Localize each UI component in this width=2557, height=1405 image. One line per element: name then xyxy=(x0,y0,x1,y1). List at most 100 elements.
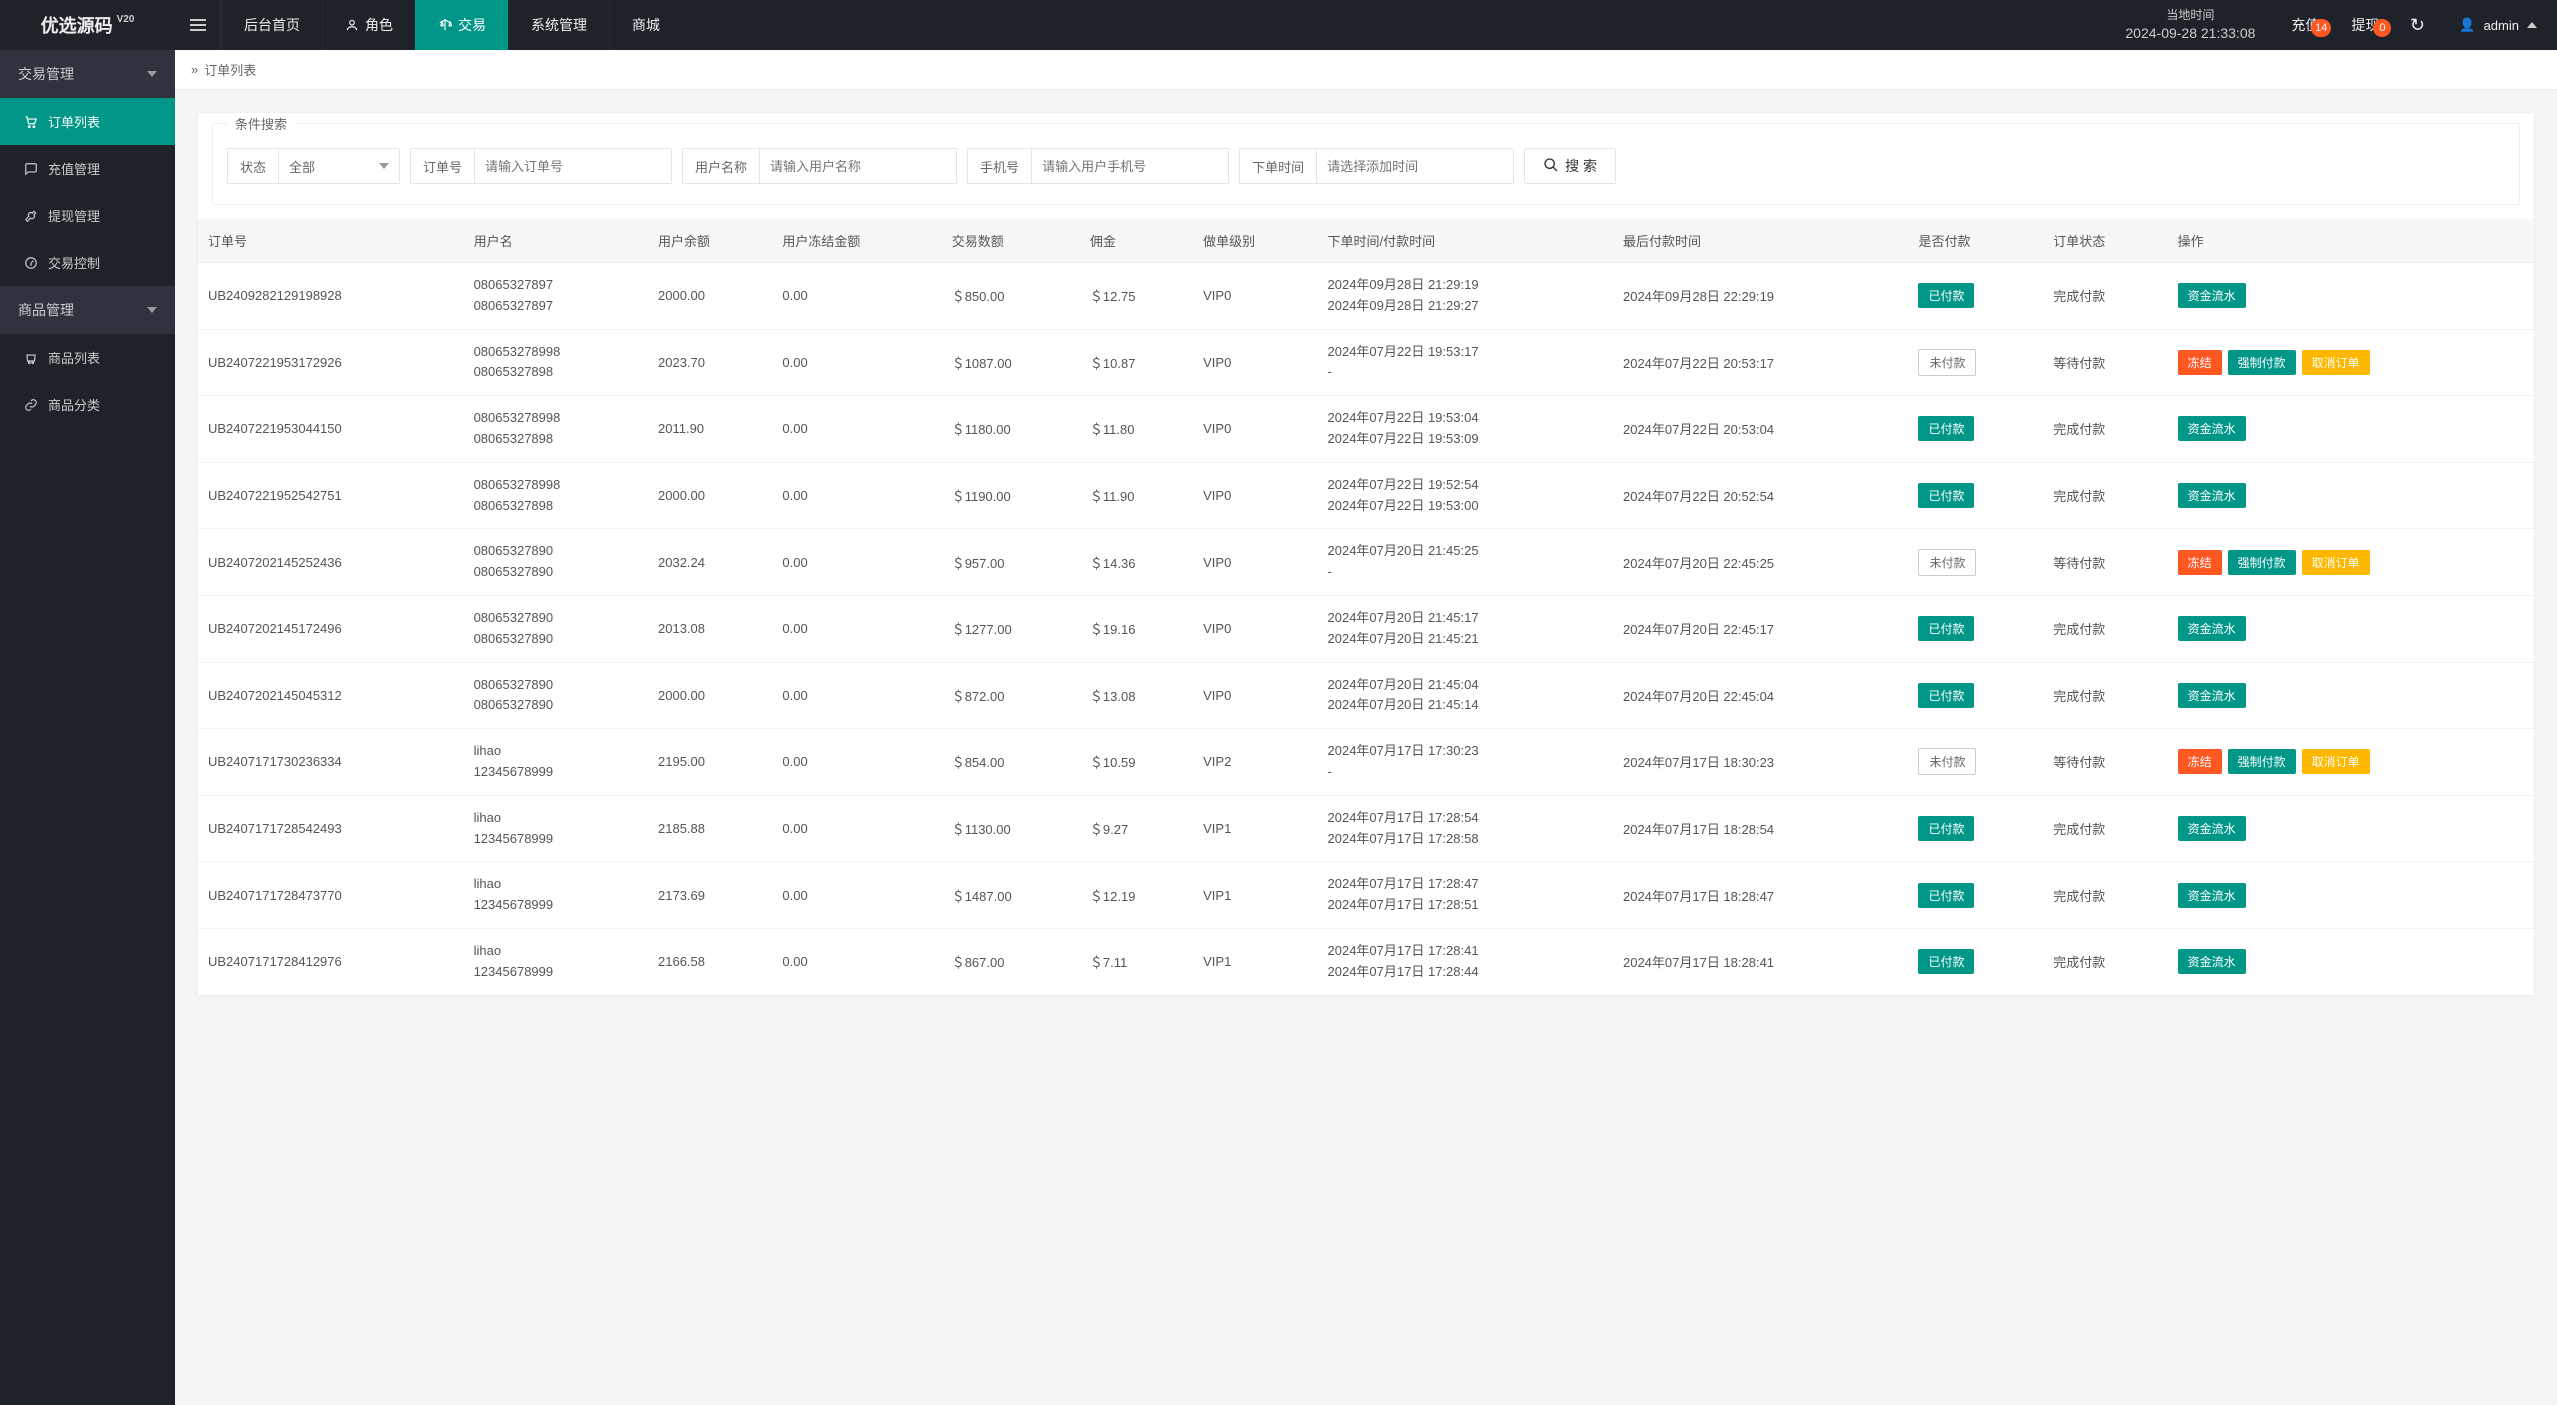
cell-balance: 2000.00 xyxy=(648,662,772,729)
cell-order: UB2407221952542751 xyxy=(198,462,464,529)
status-select-group: 状态 全部 xyxy=(227,148,400,184)
cell-actions: 资金流水 xyxy=(2168,396,2534,463)
nav-item-0[interactable]: 后台首页 xyxy=(221,0,322,50)
phone-input-group: 手机号 xyxy=(967,148,1229,184)
sidebar-group-label: 交易管理 xyxy=(18,64,74,84)
cell-times: 2024年07月20日 21:45:25- xyxy=(1318,529,1613,596)
cell-amount: ＄1130.00 xyxy=(942,795,1080,862)
sidebar-item-0-0[interactable]: 订单列表 xyxy=(0,98,175,145)
chevron-down-icon xyxy=(379,163,389,169)
logo-version: V20 xyxy=(117,14,135,25)
action-flow[interactable]: 资金流水 xyxy=(2178,416,2246,441)
sidebar-item-1-1[interactable]: 商品分类 xyxy=(0,381,175,428)
cell-paid: 已付款 xyxy=(1908,263,2043,330)
cell-last: 2024年07月22日 20:53:04 xyxy=(1613,396,1908,463)
action-freeze[interactable]: 冻结 xyxy=(2178,550,2222,575)
cell-actions: 冻结强制付款取消订单 xyxy=(2168,729,2534,796)
action-flow[interactable]: 资金流水 xyxy=(2178,483,2246,508)
action-force-pay[interactable]: 强制付款 xyxy=(2228,350,2296,375)
column-header-6: 做单级别 xyxy=(1193,219,1317,263)
action-force-pay[interactable]: 强制付款 xyxy=(2228,550,2296,575)
cell-order: UB2407171728542493 xyxy=(198,795,464,862)
cell-user: 0806532789708065327897 xyxy=(464,263,648,330)
nav-item-label: 系统管理 xyxy=(531,15,587,35)
cell-amount: ＄872.00 xyxy=(942,662,1080,729)
paid-tag: 已付款 xyxy=(1918,949,1974,974)
refresh-icon: ↻ xyxy=(2410,15,2425,36)
column-header-10: 订单状态 xyxy=(2043,219,2167,263)
order-input[interactable] xyxy=(475,149,671,183)
action-cancel[interactable]: 取消订单 xyxy=(2302,550,2370,575)
nav-item-1[interactable]: 角色 xyxy=(322,0,415,50)
withdraw-link[interactable]: 提现 0 xyxy=(2335,15,2395,35)
cell-last: 2024年09月28日 22:29:19 xyxy=(1613,263,1908,330)
table-row: UB24072021452524360806532789008065327890… xyxy=(198,529,2534,596)
column-header-1: 用户名 xyxy=(464,219,648,263)
table-row: UB24072219531729260806532789980806532789… xyxy=(198,329,2534,396)
user-icon: 👤 xyxy=(2459,17,2475,33)
refresh-button[interactable]: ↻ xyxy=(2395,15,2439,36)
unpaid-tag: 未付款 xyxy=(1918,549,1976,576)
cell-state: 完成付款 xyxy=(2043,396,2167,463)
table-row: UB24072219530441500806532789980806532789… xyxy=(198,396,2534,463)
sidebar-item-1-0[interactable]: 商品列表 xyxy=(0,334,175,381)
cell-frozen: 0.00 xyxy=(772,928,941,995)
cell-actions: 资金流水 xyxy=(2168,862,2534,929)
cell-amount: ＄1087.00 xyxy=(942,329,1080,396)
cell-times: 2024年07月17日 17:28:412024年07月17日 17:28:44 xyxy=(1318,928,1613,995)
cell-commission: ＄12.75 xyxy=(1080,263,1193,330)
phone-label: 手机号 xyxy=(968,149,1032,183)
nav-item-2[interactable]: 交易 xyxy=(415,0,508,50)
action-freeze[interactable]: 冻结 xyxy=(2178,749,2222,774)
cell-actions: 资金流水 xyxy=(2168,662,2534,729)
column-header-7: 下单时间/付款时间 xyxy=(1318,219,1613,263)
recharge-link[interactable]: 充值 14 xyxy=(2275,15,2335,35)
sidebar-item-0-1[interactable]: 充值管理 xyxy=(0,145,175,192)
action-force-pay[interactable]: 强制付款 xyxy=(2228,749,2296,774)
order-input-group: 订单号 xyxy=(410,148,672,184)
action-flow[interactable]: 资金流水 xyxy=(2178,683,2246,708)
cell-paid: 未付款 xyxy=(1908,529,2043,596)
cart2-icon xyxy=(24,351,38,365)
top-header: 优选源码 V20 后台首页角色交易系统管理商城 当地时间 2024-09-28 … xyxy=(0,0,2557,50)
action-flow[interactable]: 资金流水 xyxy=(2178,616,2246,641)
sidebar-group-0[interactable]: 交易管理 xyxy=(0,50,175,98)
user-menu[interactable]: 👤 admin xyxy=(2439,17,2557,33)
user-input[interactable] xyxy=(760,149,956,183)
sidebar-toggle[interactable] xyxy=(175,0,221,50)
action-freeze[interactable]: 冻结 xyxy=(2178,350,2222,375)
cell-level: VIP1 xyxy=(1193,795,1317,862)
action-cancel[interactable]: 取消订单 xyxy=(2302,350,2370,375)
scale-icon xyxy=(438,18,452,32)
sidebar: 交易管理订单列表充值管理提现管理交易控制商品管理商品列表商品分类 xyxy=(0,50,175,1405)
sidebar-item-label: 订单列表 xyxy=(48,112,100,131)
search-icon xyxy=(1543,157,1559,176)
cell-balance: 2185.88 xyxy=(648,795,772,862)
status-select[interactable]: 全部 xyxy=(279,149,399,183)
cell-frozen: 0.00 xyxy=(772,462,941,529)
action-flow[interactable]: 资金流水 xyxy=(2178,816,2246,841)
action-flow[interactable]: 资金流水 xyxy=(2178,949,2246,974)
time-input[interactable] xyxy=(1317,149,1513,183)
action-flow[interactable]: 资金流水 xyxy=(2178,283,2246,308)
nav-item-3[interactable]: 系统管理 xyxy=(508,0,609,50)
sidebar-item-0-3[interactable]: 交易控制 xyxy=(0,239,175,286)
logo: 优选源码 V20 xyxy=(0,0,175,50)
phone-input[interactable] xyxy=(1032,149,1228,183)
cell-actions: 资金流水 xyxy=(2168,263,2534,330)
cell-amount: ＄854.00 xyxy=(942,729,1080,796)
sidebar-item-0-2[interactable]: 提现管理 xyxy=(0,192,175,239)
cell-level: VIP0 xyxy=(1193,529,1317,596)
logo-text: 优选源码 xyxy=(41,12,113,38)
sidebar-group-label: 商品管理 xyxy=(18,300,74,320)
action-flow[interactable]: 资金流水 xyxy=(2178,883,2246,908)
column-header-4: 交易数额 xyxy=(942,219,1080,263)
nav-item-4[interactable]: 商城 xyxy=(609,0,682,50)
search-button[interactable]: 搜 索 xyxy=(1524,148,1616,184)
cell-amount: ＄1277.00 xyxy=(942,595,1080,662)
cell-balance: 2023.70 xyxy=(648,329,772,396)
action-cancel[interactable]: 取消订单 xyxy=(2302,749,2370,774)
cell-state: 完成付款 xyxy=(2043,462,2167,529)
cell-user: lihao12345678999 xyxy=(464,862,648,929)
sidebar-group-1[interactable]: 商品管理 xyxy=(0,286,175,334)
